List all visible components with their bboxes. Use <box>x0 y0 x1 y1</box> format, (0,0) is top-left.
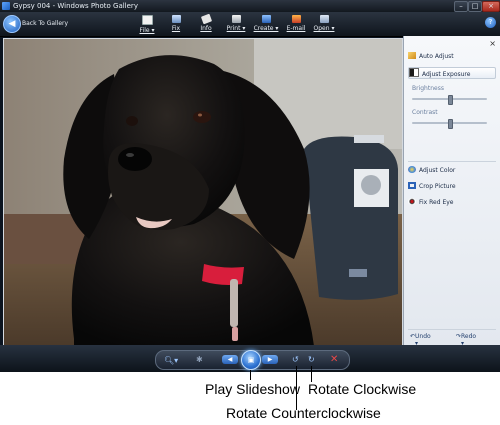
file-icon <box>141 15 153 25</box>
red-eye-icon <box>408 198 416 205</box>
brightness-slider-thumb[interactable] <box>447 95 453 105</box>
maximize-button[interactable]: □ <box>468 1 482 12</box>
pane-bottom-divider <box>408 329 496 330</box>
play-slideshow-button[interactable]: ▣ <box>241 350 261 370</box>
brightness-label: Brightness <box>412 85 444 92</box>
fix-red-eye-label: Fix Red Eye <box>419 199 454 206</box>
pane-divider <box>408 161 496 162</box>
fix-icon <box>171 15 181 23</box>
undo-button[interactable]: ↶ Undo ▾ <box>410 333 431 347</box>
print-icon <box>231 15 241 23</box>
photo-gallery-app-icon <box>2 2 10 10</box>
fix-button[interactable]: Fix <box>162 15 190 32</box>
zoom-icon[interactable]: 🔍︎▾ <box>164 356 178 365</box>
adjust-exposure-button[interactable]: Adjust Exposure <box>408 67 496 79</box>
back-to-gallery-button[interactable]: Back To Gallery <box>22 20 68 27</box>
delete-button[interactable]: ✕ <box>330 354 338 365</box>
email-icon <box>291 15 301 23</box>
rotate-clockwise-callout: Rotate Clockwise <box>308 381 417 397</box>
wand-icon <box>408 52 416 59</box>
open-icon <box>319 15 329 23</box>
file-menu-label: File ▾ <box>139 27 155 34</box>
redo-button[interactable]: ↷ Redo ▾ <box>456 333 476 347</box>
rotate-clockwise-button[interactable]: ↻ <box>308 355 315 364</box>
dog-photo <box>4 39 402 346</box>
contrast-label: Contrast <box>412 109 438 116</box>
crop-picture-label: Crop Picture <box>419 183 456 190</box>
file-menu-button[interactable]: File ▾ <box>133 15 161 34</box>
contrast-slider-thumb[interactable] <box>447 119 453 129</box>
open-menu-button[interactable]: Open ▾ <box>310 15 338 32</box>
actual-size-icon[interactable]: ✱ <box>196 355 203 364</box>
back-arrow-icon[interactable]: ◀ <box>3 15 21 33</box>
open-menu-label: Open ▾ <box>313 25 335 32</box>
adjust-color-label: Adjust Color <box>419 167 456 174</box>
info-tag-icon <box>200 13 212 25</box>
play-slideshow-leader <box>250 370 251 380</box>
play-slideshow-callout: Play Slideshow <box>205 381 300 397</box>
previous-button[interactable]: ◀ <box>222 355 238 364</box>
main-toolbar: ◀ Back To Gallery File ▾ Fix Info Print … <box>0 12 500 37</box>
adjust-color-button[interactable]: Adjust Color <box>408 166 494 176</box>
create-menu-label: Create ▾ <box>253 25 279 32</box>
rotate-counterclockwise-callout: Rotate Counterclockwise <box>226 405 381 421</box>
crop-picture-button[interactable]: Crop Picture <box>408 182 494 192</box>
email-label: E-mail <box>286 25 306 32</box>
info-label: Info <box>200 25 212 32</box>
fix-label: Fix <box>171 25 181 32</box>
create-icon <box>261 15 271 23</box>
auto-adjust-button[interactable]: Auto Adjust <box>408 52 494 62</box>
title-bar: Gypsy 004 - Windows Photo Gallery – □ × <box>0 0 500 12</box>
photo-gallery-window: Gypsy 004 - Windows Photo Gallery – □ × … <box>0 0 500 372</box>
next-button[interactable]: ▶ <box>262 355 278 364</box>
brightness-slider[interactable] <box>412 95 487 105</box>
adjust-exposure-label: Adjust Exposure <box>422 71 471 78</box>
minimize-button[interactable]: – <box>454 1 468 12</box>
close-window-button[interactable]: × <box>482 1 500 12</box>
photo-viewer <box>3 38 403 347</box>
print-menu-label: Print ▾ <box>226 25 246 32</box>
crop-icon <box>408 182 416 189</box>
rotate-clockwise-leader <box>311 366 312 382</box>
contrast-slider[interactable] <box>412 119 487 129</box>
window-title: Gypsy 004 - Windows Photo Gallery <box>13 2 138 10</box>
info-button[interactable]: Info <box>192 13 220 32</box>
color-wheel-icon <box>408 166 416 173</box>
help-icon[interactable]: ? <box>485 17 496 28</box>
rotate-counterclockwise-button[interactable]: ↺ <box>292 355 299 364</box>
close-fix-pane-button[interactable]: × <box>489 39 496 48</box>
email-button[interactable]: E-mail <box>282 15 310 32</box>
fix-pane: × Auto Adjust Adjust Exposure Brightness… <box>403 36 500 347</box>
print-menu-button[interactable]: Print ▾ <box>222 15 250 32</box>
exposure-icon <box>409 68 419 77</box>
auto-adjust-label: Auto Adjust <box>419 53 454 60</box>
fix-red-eye-button[interactable]: Fix Red Eye <box>408 198 494 208</box>
create-menu-button[interactable]: Create ▾ <box>252 15 280 32</box>
